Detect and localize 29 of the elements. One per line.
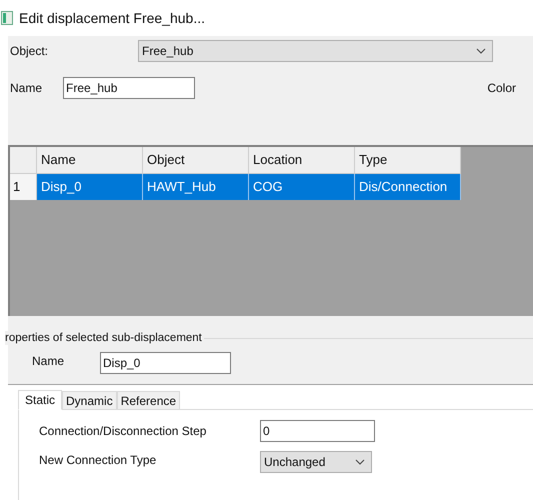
- corner-cell: [10, 147, 37, 174]
- step-label: Connection/Disconnection Step: [39, 423, 208, 440]
- group-title: roperties of selected sub-displacement: [5, 331, 204, 345]
- window-title: Edit displacement Free_hub...: [19, 8, 205, 28]
- name-input[interactable]: Free_hub: [63, 77, 195, 99]
- window-icon: [1, 11, 13, 25]
- name-input[interactable]: Disp_0: [100, 352, 231, 374]
- connection-type-dropdown[interactable]: Unchanged: [260, 451, 372, 473]
- name-label: Name: [9, 80, 44, 97]
- table-cell[interactable]: Dis/Connection: [355, 174, 461, 200]
- chevron-down-icon: [355, 459, 365, 465]
- column-header[interactable]: Type: [355, 147, 461, 174]
- object-dropdown[interactable]: Free_hub: [138, 40, 493, 62]
- color-label: Color: [487, 80, 516, 97]
- table-cell[interactable]: COG: [249, 174, 355, 200]
- column-header[interactable]: Location: [249, 147, 355, 174]
- tab[interactable]: Reference: [116, 391, 180, 410]
- tab[interactable]: Static: [18, 390, 62, 410]
- tab[interactable]: Dynamic: [62, 391, 117, 410]
- connection-type-label: New Connection Type: [39, 452, 158, 469]
- name-label: Name: [32, 353, 66, 370]
- object-label: Object:: [9, 43, 50, 60]
- chevron-down-icon: [476, 48, 486, 54]
- column-header[interactable]: Object: [143, 147, 249, 174]
- table-cell[interactable]: Disp_0: [37, 174, 143, 200]
- step-input[interactable]: 0: [260, 420, 375, 442]
- column-header[interactable]: Name: [37, 147, 143, 174]
- table-cell[interactable]: HAWT_Hub: [143, 174, 249, 200]
- row-header: 1: [10, 174, 37, 200]
